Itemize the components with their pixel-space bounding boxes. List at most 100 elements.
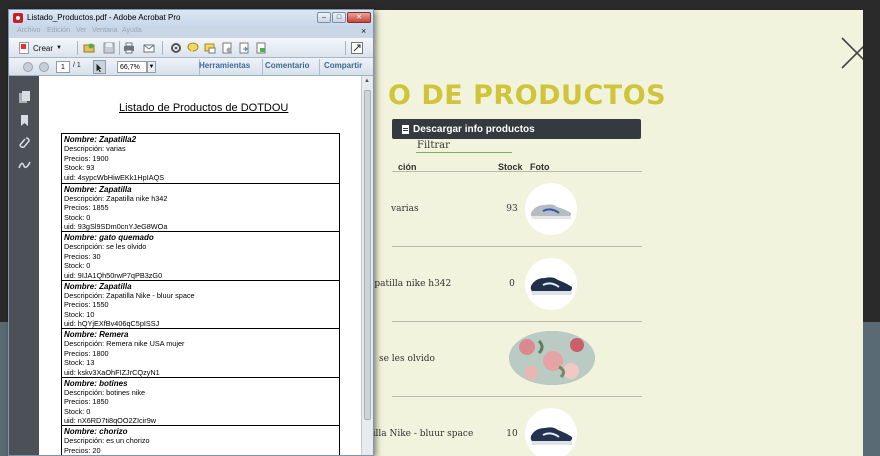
pdf-record-uid: uid: 93gSl9SDm0cnYJeG8WOa bbox=[64, 222, 168, 231]
next-page-button[interactable] bbox=[39, 62, 49, 72]
product-description: apatilla nike h342 bbox=[369, 279, 452, 289]
comment-pane-button[interactable]: Comentario bbox=[265, 61, 309, 70]
page-number-input[interactable] bbox=[56, 61, 70, 73]
pdf-record-name: Nombre: gato quemado bbox=[64, 233, 154, 242]
document-settings-icon[interactable] bbox=[221, 42, 233, 54]
pdf-record-uid: uid: 9IJA1Qh50rwP7qPB3zG0 bbox=[64, 270, 163, 280]
menu-edicion[interactable]: Edición bbox=[47, 27, 70, 34]
table-divider bbox=[392, 321, 642, 322]
product-photo bbox=[525, 183, 577, 235]
product-photo bbox=[525, 408, 577, 456]
product-photo bbox=[509, 331, 595, 385]
pdf-record-name: Nombre: Zapatilla bbox=[64, 184, 132, 194]
toolbar-separator bbox=[77, 41, 78, 55]
pdf-product-record: Nombre: Zapatilla Descripción: Zapatilla … bbox=[62, 182, 339, 231]
menu-archivo[interactable]: Archivo bbox=[17, 27, 40, 34]
previous-page-button[interactable] bbox=[23, 62, 33, 72]
pdf-product-record: Nombre: Zapatilla Descripción: Zapatilla … bbox=[62, 279, 339, 328]
shoe-image bbox=[530, 277, 573, 295]
print-icon[interactable] bbox=[123, 42, 135, 54]
scroll-up-icon[interactable]: ▲ bbox=[364, 78, 370, 84]
zoom-input[interactable] bbox=[117, 61, 147, 73]
page-thumbnails-icon[interactable] bbox=[18, 91, 31, 104]
product-photo bbox=[525, 258, 577, 310]
pdf-record-name: Nombre: Remera bbox=[64, 330, 129, 339]
toolbar-separator bbox=[162, 41, 163, 55]
close-icon bbox=[841, 37, 863, 69]
scroll-thumb[interactable] bbox=[364, 90, 371, 420]
download-button-label: Descargar info productos bbox=[413, 123, 535, 135]
email-icon[interactable] bbox=[143, 42, 155, 54]
pdf-record-stock: Stock: 10 bbox=[64, 309, 95, 319]
create-pdf-icon bbox=[19, 42, 29, 54]
pdf-record-stock: Stock: 0 bbox=[64, 212, 91, 222]
product-description: varias bbox=[391, 204, 419, 214]
document-close-button[interactable]: × bbox=[361, 26, 366, 36]
navigation-toolbar: / 1 ▼ Herramientas Comentario Compartir bbox=[9, 58, 373, 76]
secure-document-icon[interactable] bbox=[255, 42, 267, 54]
pdf-record-name: Nombre: Zapatilla2 bbox=[64, 135, 137, 144]
pdf-record-uid: uid: nX6RD7ti8qOO2ZIcir9w bbox=[64, 416, 157, 425]
zoom-dropdown-button[interactable]: ▼ bbox=[147, 61, 156, 73]
table-divider bbox=[392, 171, 642, 172]
vertical-scrollbar[interactable]: ▲ bbox=[361, 76, 373, 455]
pdf-product-record: Nombre: Remera Descripción: Remera nike U… bbox=[62, 328, 339, 377]
minimize-button[interactable]: – bbox=[317, 12, 331, 23]
pdf-record-stock: Stock: 13 bbox=[64, 358, 95, 368]
pdf-record-description: Descripción: es un chorizo bbox=[64, 436, 150, 446]
document-icon bbox=[402, 124, 409, 134]
acrobat-app-icon bbox=[13, 13, 23, 23]
pdf-record-description: Descripción: Zapatilla nike h342 bbox=[64, 193, 168, 203]
save-icon[interactable] bbox=[103, 42, 115, 54]
menu-ver[interactable]: Ver bbox=[76, 27, 87, 34]
toolbar-separator bbox=[262, 59, 263, 75]
close-window-button[interactable]: ✕ bbox=[347, 12, 371, 23]
pdf-record-name: Nombre: chorizo bbox=[64, 427, 128, 436]
modal-close-button[interactable] bbox=[840, 36, 863, 70]
product-description: se les olvido bbox=[379, 354, 435, 364]
pdf-record-description: Descripción: botines nike bbox=[64, 387, 146, 397]
pdf-record-description: Descripción: varias bbox=[64, 144, 126, 154]
comment-icon[interactable] bbox=[187, 42, 199, 54]
menu-ayuda[interactable]: Ayuda bbox=[122, 27, 142, 34]
chevron-down-icon: ▼ bbox=[56, 45, 62, 51]
pdf-record-stock: Stock: 0 bbox=[64, 261, 91, 271]
navigation-sidebar bbox=[9, 76, 39, 455]
pdf-title: Listado de Productos de DOTDOU bbox=[119, 102, 289, 114]
product-description: tilla Nike - bluur space bbox=[369, 429, 474, 439]
pdf-record-price: Precios: 1855 bbox=[64, 203, 109, 213]
pdf-record-uid: uid: 4sypcWbHiwEKk1HpIAQS bbox=[64, 172, 165, 182]
filter-input[interactable] bbox=[416, 139, 512, 153]
download-products-button[interactable]: Descargar info productos bbox=[392, 119, 641, 139]
toolbar-separator bbox=[345, 41, 346, 55]
pdf-record-description: Descripción: se les olvido bbox=[64, 242, 147, 252]
export-document-icon[interactable] bbox=[238, 42, 250, 54]
attachments-icon[interactable] bbox=[18, 136, 31, 149]
menu-ventana[interactable]: Ventana bbox=[92, 27, 118, 34]
gear-icon[interactable] bbox=[170, 42, 182, 54]
window-title: Listado_Productos.pdf - Adobe Acrobat Pr… bbox=[27, 13, 181, 22]
table-divider bbox=[392, 246, 642, 247]
expand-icon[interactable] bbox=[351, 42, 363, 54]
share-pane-button[interactable]: Compartir bbox=[324, 61, 362, 70]
pdf-product-table: Nombre: Zapatilla2 Descripción: varias Pre… bbox=[61, 133, 340, 455]
bookmarks-icon[interactable] bbox=[18, 114, 31, 127]
sticky-note-icon[interactable] bbox=[204, 42, 216, 54]
signatures-icon[interactable] bbox=[18, 158, 31, 171]
pdf-product-record: Nombre: gato quemado Descripción: se les … bbox=[62, 231, 339, 280]
pdf-record-description: Descripción: Zapatilla Nike - bluur spac… bbox=[64, 290, 195, 300]
pdf-record-price: Precios: 1800 bbox=[64, 348, 109, 358]
pdf-record-uid: uid: kskv3XaOhFIZJrCQzyN1 bbox=[64, 367, 160, 377]
shoe-image bbox=[530, 427, 573, 445]
tools-pane-button[interactable]: Herramientas bbox=[199, 61, 250, 70]
pdf-record-stock: Stock: 0 bbox=[64, 406, 91, 416]
create-button[interactable]: Crear ▼ bbox=[19, 41, 62, 55]
pdf-record-price: Precios: 1550 bbox=[64, 300, 109, 310]
toolbar-separator bbox=[319, 59, 320, 75]
window-titlebar[interactable]: Listado_Productos.pdf - Adobe Acrobat Pr… bbox=[9, 10, 373, 26]
open-folder-icon[interactable] bbox=[83, 42, 95, 54]
select-tool-button[interactable] bbox=[93, 60, 106, 74]
maximize-button[interactable]: □ bbox=[332, 12, 346, 23]
pdf-page: Listado de Productos de DOTDOU Nombre: Z… bbox=[39, 76, 361, 455]
pdf-record-price: Precios: 1900 bbox=[64, 153, 109, 163]
